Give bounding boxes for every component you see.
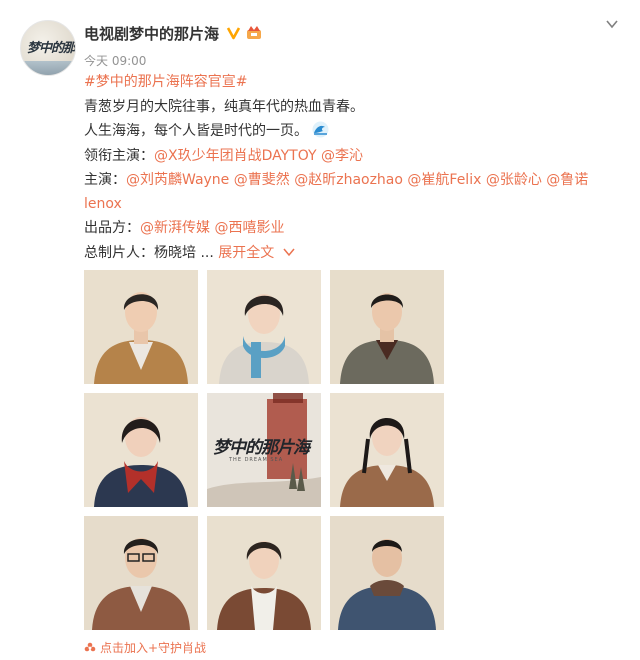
mention-link[interactable]: @李沁 bbox=[321, 148, 363, 164]
hashtag-link[interactable]: #梦中的那片海阵容官宣# bbox=[84, 74, 247, 90]
post-hashtag-line: #梦中的那片海阵容官宣# bbox=[84, 72, 247, 92]
post-line-1: 青葱岁月的大院往事，纯真年代的热血青春。 bbox=[84, 99, 364, 115]
join-support-link[interactable]: 点击加入+守护肖战 bbox=[84, 639, 206, 656]
account-avatar[interactable]: 梦中的那片海 bbox=[20, 20, 76, 76]
post-cast-line: 主演：@刘芮麟Wayne @曹斐然 @赵昕zhaozhao @崔航Felix @… bbox=[84, 170, 588, 190]
heart-flower-icon bbox=[84, 642, 96, 652]
footer-text: 点击加入+守护肖战 bbox=[100, 641, 207, 655]
mention-link[interactable]: @张龄心 bbox=[486, 172, 542, 188]
cast-photo[interactable] bbox=[84, 516, 198, 630]
chevron-down-icon[interactable] bbox=[604, 16, 620, 32]
post-line-2-text: 人生海海，每个人皆是时代的一页。 bbox=[84, 123, 308, 139]
mention-link[interactable]: @刘芮麟Wayne bbox=[126, 172, 229, 188]
chevron-down-icon bbox=[283, 248, 295, 257]
mention-link[interactable]: @鲁诺 bbox=[546, 172, 588, 188]
mention-link[interactable]: @西嘻影业 bbox=[214, 220, 284, 236]
producer-label: 出品方： bbox=[84, 220, 140, 236]
mention-link[interactable]: @崔航Felix bbox=[407, 172, 481, 188]
cast-photo[interactable] bbox=[84, 270, 198, 384]
cast-photo[interactable] bbox=[330, 270, 444, 384]
cast-photo[interactable] bbox=[330, 393, 444, 507]
mention-link[interactable]: @曹斐然 bbox=[234, 172, 290, 188]
avatar-logo-text: 梦中的那片海 bbox=[27, 41, 76, 56]
mention-link[interactable]: @赵昕zhaozhao bbox=[294, 172, 403, 188]
wave-emoji-icon bbox=[312, 121, 329, 138]
cast-photo[interactable] bbox=[207, 270, 321, 384]
chief-label: 总制片人：杨晓培 ... bbox=[84, 245, 214, 261]
post-producer-line: 出品方：@新湃传媒 @西嘻影业 bbox=[84, 218, 284, 238]
drama-poster[interactable]: 梦中的那片海 THE DREAM SEA bbox=[207, 393, 321, 507]
account-name[interactable]: 电视剧梦中的那片海 bbox=[84, 23, 219, 44]
avatar-sea-image bbox=[21, 61, 75, 75]
poster-subtitle: THE DREAM SEA bbox=[229, 457, 284, 463]
cast-photo[interactable] bbox=[330, 516, 444, 630]
post-lead-line: 领衔主演：@X玖少年团肖战DAYTOY @李沁 bbox=[84, 146, 363, 166]
poster-title: 梦中的那片海 bbox=[213, 438, 310, 458]
vip-crown-icon[interactable] bbox=[245, 24, 263, 41]
cast-photo[interactable] bbox=[84, 393, 198, 507]
lead-label: 领衔主演： bbox=[84, 148, 154, 164]
mention-link-continued[interactable]: lenox bbox=[84, 196, 122, 212]
mention-link[interactable]: @新湃传媒 bbox=[140, 220, 210, 236]
post-chief-line: 总制片人：杨晓培 ... 展开全文 bbox=[84, 243, 295, 263]
verified-badge-icon bbox=[225, 24, 242, 41]
cast-label: 主演： bbox=[84, 172, 126, 188]
post-line-2: 人生海海，每个人皆是时代的一页。 bbox=[84, 121, 329, 141]
expand-label: 展开全文 bbox=[218, 245, 275, 261]
post-cast-overflow-line: lenox bbox=[84, 194, 122, 214]
mention-link[interactable]: @X玖少年团肖战DAYTOY bbox=[154, 148, 317, 164]
post-time[interactable]: 今天 09:00 bbox=[84, 52, 146, 69]
expand-full-text-link[interactable]: 展开全文 bbox=[218, 245, 295, 261]
cast-photo[interactable] bbox=[207, 516, 321, 630]
